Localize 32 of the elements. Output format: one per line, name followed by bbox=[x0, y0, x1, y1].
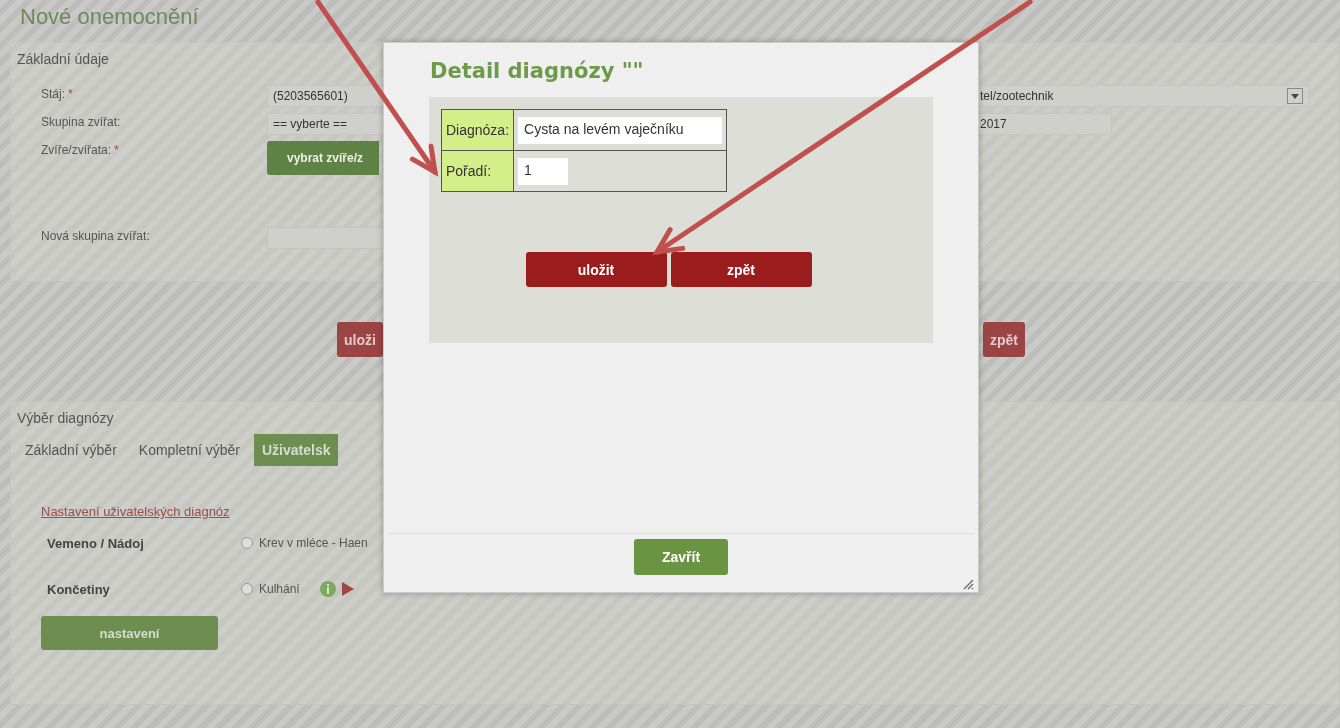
option-label: Krev v mléce - Haen bbox=[259, 536, 368, 550]
dialog-title: Detail diagnózy "" bbox=[430, 59, 645, 83]
play-icon[interactable] bbox=[341, 582, 354, 596]
form-label: Diagnóza: bbox=[441, 109, 514, 151]
field-label: Zvíře/zvířata: * bbox=[41, 142, 120, 157]
info-icon[interactable] bbox=[319, 581, 336, 597]
input-field[interactable]: Cysta na levém vaječníku bbox=[518, 116, 723, 144]
input-field[interactable]: 1 bbox=[518, 157, 569, 185]
option-label: Kulhání bbox=[259, 582, 300, 596]
resize-grip-icon[interactable] bbox=[962, 578, 974, 590]
field-label: Skupina zvířat: bbox=[41, 114, 122, 129]
settings-button[interactable]: nastavení bbox=[41, 616, 218, 650]
field-label: Nová skupina zvířat: bbox=[41, 228, 151, 243]
tab[interactable]: Kompletní výběr bbox=[130, 434, 248, 466]
group-label: Končetiny bbox=[47, 581, 111, 597]
page-title: Nové onemocnění bbox=[20, 4, 200, 30]
radio-button[interactable] bbox=[241, 583, 253, 595]
radio-button[interactable] bbox=[241, 537, 253, 549]
panel-title: Výběr diagnózy bbox=[17, 410, 114, 426]
group-label: Vemeno / Nádoj bbox=[47, 535, 145, 551]
tab[interactable]: Uživatelsk bbox=[254, 434, 339, 466]
tab[interactable]: Základní výběr bbox=[17, 434, 125, 466]
back-button[interactable]: zpět bbox=[983, 322, 1025, 357]
panel-title: Základní údaje bbox=[17, 51, 109, 67]
back-button[interactable]: zpět bbox=[670, 252, 812, 287]
select-animal-button[interactable]: vybrat zvíře/z bbox=[267, 141, 379, 175]
save-button[interactable]: uložit bbox=[525, 252, 667, 287]
save-button[interactable]: uloži bbox=[337, 322, 383, 357]
field-label: Stáj: * bbox=[41, 86, 74, 101]
close-button[interactable]: Zavřít bbox=[634, 539, 728, 575]
form-label: Pořadí: bbox=[441, 150, 514, 192]
settings-link[interactable]: Nastavení uživatelských diagnóz bbox=[41, 504, 230, 519]
